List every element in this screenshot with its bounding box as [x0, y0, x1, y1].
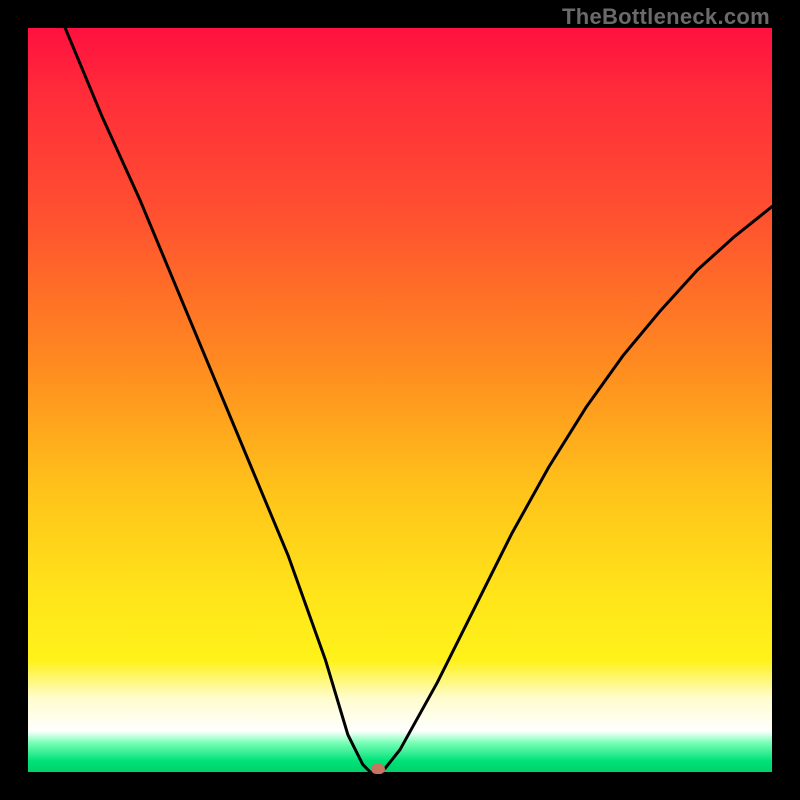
- minimum-marker: [371, 764, 385, 774]
- attribution-label: TheBottleneck.com: [562, 4, 770, 30]
- plot-area: [28, 28, 772, 772]
- chart-frame: TheBottleneck.com: [0, 0, 800, 800]
- bottleneck-curve: [28, 28, 772, 772]
